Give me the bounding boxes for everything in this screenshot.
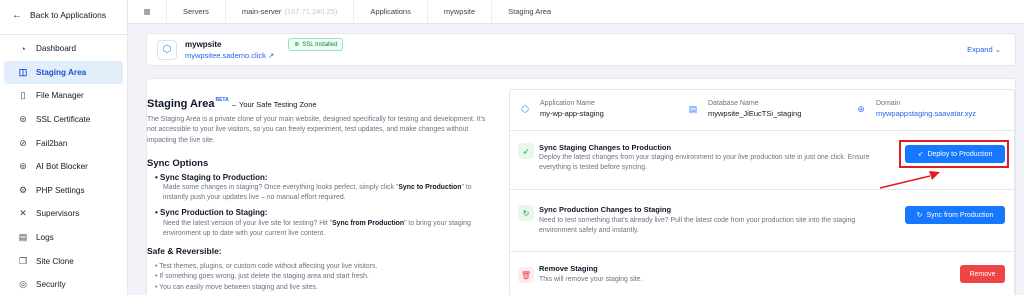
stack-icon: ◫ bbox=[18, 66, 28, 77]
staging-actions-card: ⬡ Application Name my-wp-app-staging ▤ D… bbox=[509, 89, 1015, 295]
back-to-applications-link[interactable]: ← Back to Applications bbox=[0, 0, 127, 30]
list-item: • Test themes, plugins, or custom code w… bbox=[155, 263, 378, 270]
sidebar-item-label: Dashboard bbox=[36, 44, 77, 54]
sync-from-production-button[interactable]: ↻ Sync from Production bbox=[905, 206, 1005, 224]
deploy-description: Deploy the latest changes from your stag… bbox=[539, 154, 870, 171]
sidebar-item-fail2ban[interactable]: ⊘ Fail2ban bbox=[4, 131, 123, 155]
database-name-label: Database Name bbox=[708, 100, 759, 107]
sidebar-item-logs[interactable]: ▤ Logs bbox=[4, 226, 123, 250]
back-label: Back to Applications bbox=[30, 10, 107, 20]
arrow-left-icon: ← bbox=[12, 9, 22, 21]
sidebar-item-label: SSL Certificate bbox=[36, 115, 91, 125]
sidebar-divider bbox=[0, 34, 127, 35]
beta-badge: BETA bbox=[215, 97, 229, 103]
ssl-status-badge: ⊛ SSL Installed bbox=[288, 38, 344, 51]
sync-icon: ↻ bbox=[916, 212, 923, 219]
sync-to-production-desc: Made some changes in staging? Once every… bbox=[163, 184, 472, 202]
ssl-certificate-icon: ⊜ bbox=[19, 114, 27, 125]
sidebar-item-staging-area[interactable]: ◫ Staging Area bbox=[4, 60, 123, 85]
list-item: • If something goes wrong, just delete t… bbox=[155, 273, 369, 280]
sidebar-item-supervisors[interactable]: ✕ Supervisors bbox=[4, 202, 123, 226]
safe-reversible-title: Safe & Reversible: bbox=[147, 246, 222, 256]
sync-title: Sync Production Changes to Staging bbox=[539, 205, 672, 214]
sidebar-item-label: Security bbox=[36, 280, 66, 290]
deploy-row: ➶ Sync Staging Changes to Production Dep… bbox=[510, 130, 1014, 189]
sidebar-item-dashboard[interactable]: ◔ Dashboard bbox=[4, 37, 123, 61]
staging-info: Staging AreaBETA – Your Safe Testing Zon… bbox=[147, 79, 499, 295]
sidebar-item-label: AI Bot Blocker bbox=[36, 162, 88, 172]
robot-icon: ⊚ bbox=[19, 161, 27, 172]
tools-icon: ✕ bbox=[19, 208, 27, 219]
sync-to-production-heading: • Sync Staging to Production: bbox=[155, 173, 268, 182]
chevron-down-icon: ⌄ bbox=[994, 45, 1001, 54]
sidebar: ← Back to Applications ◔ Dashboard ◫ Sta… bbox=[0, 0, 128, 295]
external-link-icon: ↗ bbox=[267, 50, 275, 60]
server-ip: (167.71.240.25) bbox=[284, 7, 338, 16]
sidebar-item-php-settings[interactable]: ⚙ PHP Settings bbox=[4, 179, 123, 203]
domain-label: Domain bbox=[876, 100, 901, 107]
file-icon: ▯ bbox=[20, 90, 26, 101]
sidebar-item-label: Logs bbox=[36, 233, 54, 243]
database-name-value: mywpsite_JiEucTSi_staging bbox=[708, 109, 802, 118]
sidebar-item-label: File Manager bbox=[36, 91, 84, 101]
staging-description: The Staging Area is a private clone of y… bbox=[147, 116, 486, 144]
breadcrumb-servers[interactable]: Servers bbox=[166, 0, 225, 23]
sidebar-item-label: Fail2ban bbox=[36, 138, 68, 148]
sidebar-item-site-clone[interactable]: ❐ Site Clone bbox=[4, 249, 123, 273]
sidebar-item-ssl-certificate[interactable]: ⊜ SSL Certificate bbox=[4, 108, 123, 132]
breadcrumb: ▦ Servers main-server (167.71.240.25) App… bbox=[128, 0, 1024, 24]
remove-staging-button[interactable]: Remove bbox=[960, 265, 1005, 283]
sync-description: Need to test something that's already li… bbox=[539, 217, 856, 234]
sidebar-item-label: Staging Area bbox=[36, 67, 87, 77]
globe-icon: ⊕ bbox=[857, 103, 865, 114]
remove-row: 🗑 Remove Staging This will remove your s… bbox=[510, 251, 1014, 295]
breadcrumb-app[interactable]: mywpsite bbox=[426, 0, 491, 23]
document-icon: ▤ bbox=[18, 232, 28, 243]
page-subtitle: Your Safe Testing Zone bbox=[239, 100, 317, 109]
remove-title: Remove Staging bbox=[539, 264, 598, 273]
deploy-title: Sync Staging Changes to Production bbox=[539, 143, 672, 152]
breadcrumb-applications[interactable]: Applications bbox=[353, 0, 426, 23]
speedometer-icon: ◔ bbox=[20, 43, 26, 54]
rocket-icon: ➶ bbox=[518, 143, 534, 159]
site-url-link[interactable]: mywpsitee.sademo.click ↗ bbox=[185, 51, 274, 60]
sidebar-item-label: PHP Settings bbox=[36, 185, 85, 195]
shield-icon: ◎ bbox=[19, 279, 27, 290]
clone-icon: ❐ bbox=[18, 255, 28, 266]
expand-button[interactable]: Expand ⌄ bbox=[967, 45, 1001, 54]
database-icon: ▤ bbox=[688, 103, 698, 114]
cube-icon: ⬡ bbox=[521, 103, 529, 114]
sync-options-title: Sync Options bbox=[147, 158, 209, 169]
sync-row: ↻ Sync Production Changes to Staging Nee… bbox=[510, 189, 1014, 251]
site-name: mywpsite bbox=[185, 39, 222, 49]
application-name-label: Application Name bbox=[540, 100, 595, 107]
sidebar-item-label: Supervisors bbox=[36, 209, 80, 219]
staging-details-row: ⬡ Application Name my-wp-app-staging ▤ D… bbox=[510, 90, 1014, 128]
cube-icon: ⬡ bbox=[157, 39, 177, 60]
sidebar-item-label: Site Clone bbox=[36, 256, 74, 266]
highlight-box bbox=[899, 140, 1009, 168]
breadcrumb-current: Staging Area bbox=[491, 0, 567, 23]
check-circle-icon: ⊛ bbox=[294, 42, 300, 48]
breadcrumb-server[interactable]: main-server (167.71.240.25) bbox=[224, 0, 354, 23]
remove-description: This will remove your staging site. bbox=[539, 276, 643, 283]
staging-panel: Staging AreaBETA – Your Safe Testing Zon… bbox=[146, 78, 1016, 295]
page-title: Staging AreaBETA – Your Safe Testing Zon… bbox=[147, 97, 317, 110]
site-card: ⬡ mywpsite mywpsitee.sademo.click ↗ ⊛ SS… bbox=[146, 33, 1016, 66]
sidebar-item-security[interactable]: ◎ Security bbox=[4, 273, 123, 295]
sync-icon: ↻ bbox=[518, 205, 534, 221]
gear-icon: ⚙ bbox=[18, 184, 28, 195]
list-item: • You can easily move between staging an… bbox=[155, 284, 318, 291]
application-name-value: my-wp-app-staging bbox=[540, 109, 604, 118]
sync-to-staging-heading: • Sync Production to Staging: bbox=[155, 208, 268, 217]
sidebar-item-file-manager[interactable]: ▯ File Manager bbox=[4, 84, 123, 108]
sidebar-toggle-icon[interactable]: ▦ bbox=[128, 7, 166, 16]
trash-icon: 🗑 bbox=[518, 267, 534, 283]
ban-icon: ⊘ bbox=[19, 137, 27, 148]
domain-link[interactable]: mywpappstaging.saavatar.xyz bbox=[876, 109, 976, 118]
sidebar-item-ai-bot-blocker[interactable]: ⊚ AI Bot Blocker bbox=[4, 155, 123, 179]
sync-to-staging-desc: Need the latest version of your live sit… bbox=[163, 220, 471, 238]
